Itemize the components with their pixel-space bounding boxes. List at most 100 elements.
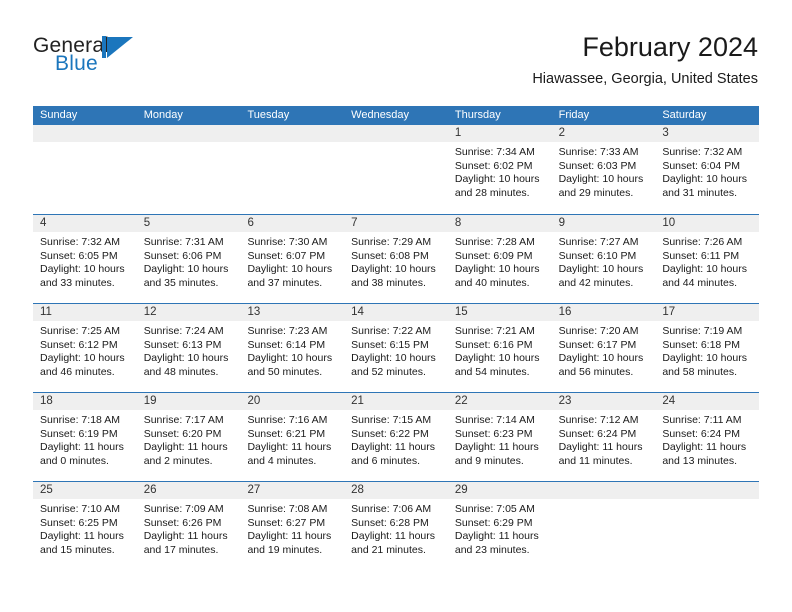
daylight-text: Daylight: 10 hours and 40 minutes.: [454, 263, 540, 289]
day-cell[interactable]: 25 Sunrise: 7:10 AM Sunset: 6:25 PM Dayligh…: [33, 482, 137, 570]
daylight-text: Daylight: 10 hours and 33 minutes.: [40, 263, 125, 289]
sunrise-text: Sunrise: 7:22 AM: [351, 325, 432, 337]
day-cell-empty: [240, 125, 345, 214]
day-cell[interactable]: 4 Sunrise: 7:32 AM Sunset: 6:05 PM Daylight…: [33, 215, 137, 303]
sunrise-text: Sunrise: 7:10 AM: [40, 503, 120, 515]
sunrise-text: Sunrise: 7:11 AM: [662, 414, 742, 426]
day-cell[interactable]: 27 Sunrise: 7:08 AM Sunset: 6:27 PM Dayligh…: [240, 482, 345, 570]
day-cell[interactable]: 26 Sunrise: 7:09 AM Sunset: 6:26 PM Dayligh…: [136, 482, 241, 570]
day-number: 23: [551, 393, 656, 410]
day-number: [33, 125, 137, 142]
day-number: [655, 482, 760, 499]
sunset-text: Sunset: 6:09 PM: [454, 249, 533, 262]
sunrise-text: Sunrise: 7:18 AM: [40, 414, 120, 426]
sunset-text: Sunset: 6:16 PM: [454, 338, 533, 351]
day-cell-empty: [33, 125, 137, 214]
day-number: 24: [655, 393, 760, 410]
daylight-text: Daylight: 11 hours and 17 minutes.: [143, 530, 228, 556]
day-number: 19: [136, 393, 241, 410]
sunrise-text: Sunrise: 7:15 AM: [351, 414, 432, 426]
day-cell[interactable]: 24 Sunrise: 7:11 AM Sunset: 6:24 PM Dayligh…: [655, 393, 760, 481]
day-cell[interactable]: 14 Sunrise: 7:22 AM Sunset: 6:15 PM Dayligh…: [344, 304, 448, 392]
week-row: 4 Sunrise: 7:32 AM Sunset: 6:05 PM Daylight…: [33, 214, 760, 303]
day-number: 4: [33, 215, 137, 232]
daylight-text: Daylight: 11 hours and 2 minutes.: [143, 441, 228, 467]
day-cell[interactable]: 7 Sunrise: 7:29 AM Sunset: 6:08 PM Daylight…: [344, 215, 448, 303]
daylight-text: Daylight: 10 hours and 38 minutes.: [351, 263, 436, 289]
sunset-text: Sunset: 6:17 PM: [558, 338, 637, 351]
day-number: 25: [33, 482, 137, 499]
day-cell[interactable]: 16 Sunrise: 7:20 AM Sunset: 6:17 PM Dayligh…: [551, 304, 656, 392]
day-sun-info: Sunrise: 7:10 AM Sunset: 6:25 PM Daylight:…: [33, 499, 137, 557]
day-cell[interactable]: 11 Sunrise: 7:25 AM Sunset: 6:12 PM Dayligh…: [33, 304, 137, 392]
sunrise-text: Sunrise: 7:05 AM: [454, 503, 535, 515]
day-number: 22: [447, 393, 552, 410]
day-number: 6: [240, 215, 345, 232]
sunrise-text: Sunrise: 7:12 AM: [558, 414, 639, 426]
day-cell[interactable]: 15 Sunrise: 7:21 AM Sunset: 6:16 PM Dayligh…: [447, 304, 552, 392]
daylight-text: Daylight: 10 hours and 31 minutes.: [662, 173, 747, 199]
day-cell[interactable]: 19 Sunrise: 7:17 AM Sunset: 6:20 PM Dayligh…: [136, 393, 241, 481]
day-sun-info: Sunrise: 7:27 AM Sunset: 6:10 PM Daylight:…: [552, 232, 656, 290]
day-cell[interactable]: 2 Sunrise: 7:33 AM Sunset: 6:03 PM Daylight…: [551, 125, 656, 214]
sunrise-text: Sunrise: 7:34 AM: [454, 146, 535, 158]
day-sun-info: Sunrise: 7:16 AM Sunset: 6:21 PM Daylight:…: [240, 410, 344, 468]
day-cell[interactable]: 29 Sunrise: 7:05 AM Sunset: 6:29 PM Dayligh…: [447, 482, 552, 570]
day-cell[interactable]: 12 Sunrise: 7:24 AM Sunset: 6:13 PM Dayligh…: [136, 304, 241, 392]
sunset-text: Sunset: 6:11 PM: [662, 249, 740, 262]
weekday-header-row: Sunday Monday Tuesday Wednesday Thursday Frid…: [33, 106, 759, 125]
day-cell[interactable]: 1 Sunrise: 7:34 AM Sunset: 6:02 PM Daylight…: [447, 125, 552, 214]
sunrise-text: Sunrise: 7:21 AM: [454, 325, 535, 337]
day-cell[interactable]: 8 Sunrise: 7:28 AM Sunset: 6:09 PM Daylight…: [447, 215, 552, 303]
day-cell[interactable]: 22 Sunrise: 7:14 AM Sunset: 6:23 PM Dayligh…: [447, 393, 552, 481]
day-sun-info: Sunrise: 7:24 AM Sunset: 6:13 PM Daylight:…: [137, 321, 241, 379]
day-sun-info: Sunrise: 7:31 AM Sunset: 6:06 PM Daylight:…: [137, 232, 241, 290]
logo-triangle-shape: [107, 37, 133, 58]
day-cell[interactable]: 28 Sunrise: 7:06 AM Sunset: 6:28 PM Dayligh…: [344, 482, 448, 570]
day-cell[interactable]: 13 Sunrise: 7:23 AM Sunset: 6:14 PM Dayligh…: [240, 304, 345, 392]
weekday-header-saturday: Saturday: [662, 109, 707, 121]
day-sun-info: Sunrise: 7:19 AM Sunset: 6:18 PM Daylight:…: [655, 321, 759, 379]
day-number: 13: [240, 304, 345, 321]
day-number: 3: [655, 125, 760, 142]
day-number: 12: [136, 304, 241, 321]
sunset-text: Sunset: 6:12 PM: [40, 338, 118, 351]
daylight-text: Daylight: 10 hours and 56 minutes.: [558, 352, 644, 378]
day-sun-info: Sunrise: 7:14 AM Sunset: 6:23 PM Daylight:…: [448, 410, 552, 468]
sunset-text: Sunset: 6:24 PM: [558, 427, 637, 440]
weekday-header-friday: Friday: [558, 109, 590, 121]
day-number: 5: [136, 215, 241, 232]
daylight-text: Daylight: 10 hours and 54 minutes.: [454, 352, 540, 378]
day-cell[interactable]: 10 Sunrise: 7:26 AM Sunset: 6:11 PM Dayligh…: [655, 215, 760, 303]
day-cell[interactable]: 5 Sunrise: 7:31 AM Sunset: 6:06 PM Daylight…: [136, 215, 241, 303]
day-cell[interactable]: 20 Sunrise: 7:16 AM Sunset: 6:21 PM Dayligh…: [240, 393, 345, 481]
day-cell[interactable]: 6 Sunrise: 7:30 AM Sunset: 6:07 PM Daylight…: [240, 215, 345, 303]
day-number: 11: [33, 304, 137, 321]
sunrise-text: Sunrise: 7:20 AM: [558, 325, 639, 337]
sunset-text: Sunset: 6:25 PM: [40, 516, 118, 529]
weekday-header-sunday: Sunday: [40, 109, 78, 121]
day-sun-info: Sunrise: 7:23 AM Sunset: 6:14 PM Daylight:…: [240, 321, 344, 379]
day-number: 8: [447, 215, 552, 232]
daylight-text: Daylight: 10 hours and 52 minutes.: [351, 352, 436, 378]
day-cell-empty: [344, 125, 448, 214]
brand-logo[interactable]: General Blue: [33, 34, 253, 92]
day-cell[interactable]: 18 Sunrise: 7:18 AM Sunset: 6:19 PM Dayligh…: [33, 393, 137, 481]
day-cell[interactable]: 3 Sunrise: 7:32 AM Sunset: 6:04 PM Daylight…: [655, 125, 760, 214]
calendar-weeks: 1 Sunrise: 7:34 AM Sunset: 6:02 PM Daylight…: [33, 125, 760, 570]
sunset-text: Sunset: 6:06 PM: [143, 249, 222, 262]
day-sun-info: Sunrise: 7:09 AM Sunset: 6:26 PM Daylight:…: [137, 499, 241, 557]
sunrise-text: Sunrise: 7:31 AM: [143, 236, 224, 248]
day-cell[interactable]: 23 Sunrise: 7:12 AM Sunset: 6:24 PM Dayligh…: [551, 393, 656, 481]
day-cell[interactable]: 9 Sunrise: 7:27 AM Sunset: 6:10 PM Daylight…: [551, 215, 656, 303]
day-number: 16: [551, 304, 656, 321]
day-sun-info: Sunrise: 7:28 AM Sunset: 6:09 PM Daylight:…: [448, 232, 552, 290]
weekday-header-tuesday: Tuesday: [247, 109, 290, 121]
day-cell-empty: [551, 482, 656, 570]
day-cell[interactable]: 17 Sunrise: 7:19 AM Sunset: 6:18 PM Dayligh…: [655, 304, 760, 392]
day-cell[interactable]: 21 Sunrise: 7:15 AM Sunset: 6:22 PM Dayligh…: [344, 393, 448, 481]
day-number: 15: [447, 304, 552, 321]
sunrise-text: Sunrise: 7:19 AM: [662, 325, 743, 337]
daylight-text: Daylight: 10 hours and 44 minutes.: [662, 263, 747, 289]
daylight-text: Daylight: 10 hours and 35 minutes.: [143, 263, 229, 289]
